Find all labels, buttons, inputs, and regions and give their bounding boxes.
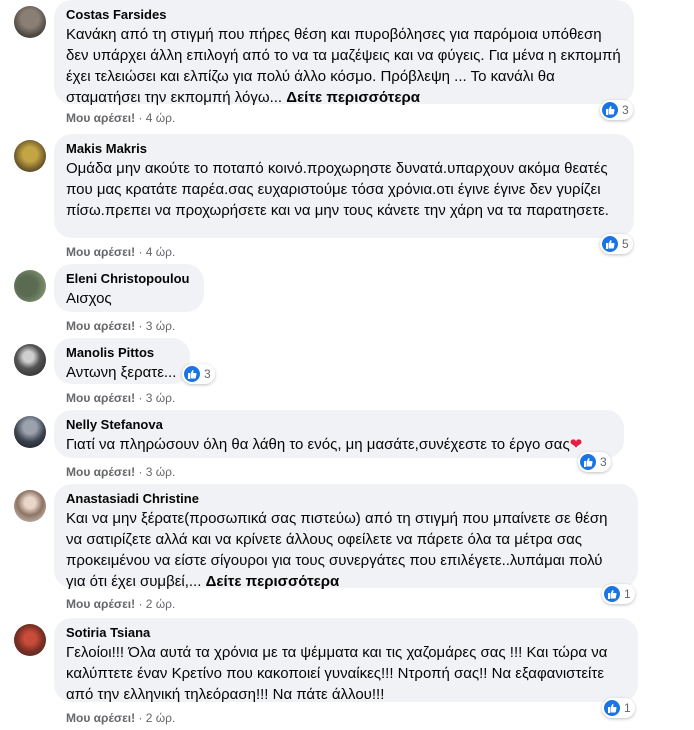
like-button[interactable]: Μου αρέσει! [66,597,135,611]
separator: · [138,245,143,259]
comment-text: Αισχος [66,290,112,307]
comment-actions: Μου αρέσει! · 3 ώρ. [66,390,175,406]
avatar[interactable] [14,344,46,376]
comment-author[interactable]: Eleni Christopoulou [66,270,192,288]
reaction-count[interactable]: 3 [578,452,611,472]
like-button[interactable]: Μου αρέσει! [66,465,135,479]
avatar[interactable] [14,624,46,656]
timestamp[interactable]: 4 ώρ. [146,111,176,125]
timestamp[interactable]: 4 ώρ. [146,245,176,259]
comment-bubble: Makis Makris Ομάδα μην ακούτε το ποταπό … [54,134,634,238]
separator: · [138,597,143,611]
separator: · [138,111,143,125]
avatar[interactable] [14,140,46,172]
comment-author[interactable]: Sotiria Tsiana [66,624,626,642]
reaction-count[interactable]: 3 [600,100,633,120]
comment-author[interactable]: Makis Makris [66,140,622,158]
see-more-link[interactable]: Δείτε περισσότερα [286,89,420,106]
comment-text: Κανάκη από τη στιγμή που πήρες θέση και … [66,26,621,106]
like-reaction-icon [604,700,620,716]
separator: · [138,711,143,725]
comment-actions: Μου αρέσει! · 3 ώρ. [66,318,175,334]
like-reaction-icon [604,586,620,602]
like-button[interactable]: Μου αρέσει! [66,319,135,333]
reaction-number: 1 [624,701,631,715]
comment-actions: Μου αρέσει! · 4 ώρ. [66,244,175,260]
like-button[interactable]: Μου αρέσει! [66,111,135,125]
comment-bubble: Manolis Pittos Αντωνη ξερατε... [54,338,190,384]
comment-author[interactable]: Costas Farsides [66,6,622,24]
timestamp[interactable]: 2 ώρ. [146,711,176,725]
like-button[interactable]: Μου αρέσει! [66,245,135,259]
comment-author[interactable]: Manolis Pittos [66,344,178,362]
reaction-number: 3 [622,103,629,117]
comment-text: Γελοίοι!!! Όλα αυτά τα χρόνια με τα ψέμμ… [66,644,608,703]
comment-author[interactable]: Anastasiadi Christine [66,490,626,508]
comment-actions: Μου αρέσει! · 4 ώρ. [66,110,175,126]
reaction-count[interactable]: 1 [602,584,635,604]
like-button[interactable]: Μου αρέσει! [66,391,135,405]
comment-bubble: Costas Farsides Κανάκη από τη στιγμή που… [54,0,634,106]
timestamp[interactable]: 3 ώρ. [146,391,176,405]
comment-text: Και να μην ξέρατε(προσωπικά σας πιστεύω)… [66,510,608,590]
reaction-number: 3 [600,455,607,469]
comment-bubble: Eleni Christopoulou Αισχος [54,264,204,312]
timestamp[interactable]: 3 ώρ. [146,319,176,333]
comment-bubble: Nelly Stefanova Γιατί να πληρώσουν όλη θ… [54,410,624,458]
avatar[interactable] [14,416,46,448]
comment-text: Αντωνη ξερατε... [66,364,177,381]
like-reaction-icon [602,236,618,252]
separator: · [138,465,143,479]
comment-actions: Μου αρέσει! · 3 ώρ. [66,464,175,480]
avatar[interactable] [14,490,46,522]
reaction-count[interactable]: 3 [182,364,215,384]
reaction-count[interactable]: 1 [602,698,635,718]
avatar[interactable] [14,6,46,38]
separator: · [138,391,143,405]
comment-bubble: Anastasiadi Christine Και να μην ξέρατε(… [54,484,638,590]
like-reaction-icon [580,454,596,470]
comment-actions: Μου αρέσει! · 2 ώρ. [66,710,175,726]
comment-actions: Μου αρέσει! · 2 ώρ. [66,596,175,612]
comment-author[interactable]: Nelly Stefanova [66,416,612,434]
heart-emoji-icon: ❤ [569,436,583,453]
like-reaction-icon [602,102,618,118]
comment-text: Ομάδα μην ακούτε το ποταπό κοινό.προχωρη… [66,160,609,219]
reaction-number: 5 [622,237,629,251]
separator: · [138,319,143,333]
timestamp[interactable]: 2 ώρ. [146,597,176,611]
reaction-count[interactable]: 5 [600,234,633,254]
comment-text: Γιατί να πληρώσουν όλη θα λάθη το ενός, … [66,436,583,453]
like-reaction-icon [184,366,200,382]
reaction-number: 1 [624,587,631,601]
comment-bubble: Sotiria Tsiana Γελοίοι!!! Όλα αυτά τα χρ… [54,618,638,703]
reaction-number: 3 [204,367,211,381]
avatar[interactable] [14,270,46,302]
like-button[interactable]: Μου αρέσει! [66,711,135,725]
see-more-link[interactable]: Δείτε περισσότερα [206,573,340,590]
timestamp[interactable]: 3 ώρ. [146,465,176,479]
